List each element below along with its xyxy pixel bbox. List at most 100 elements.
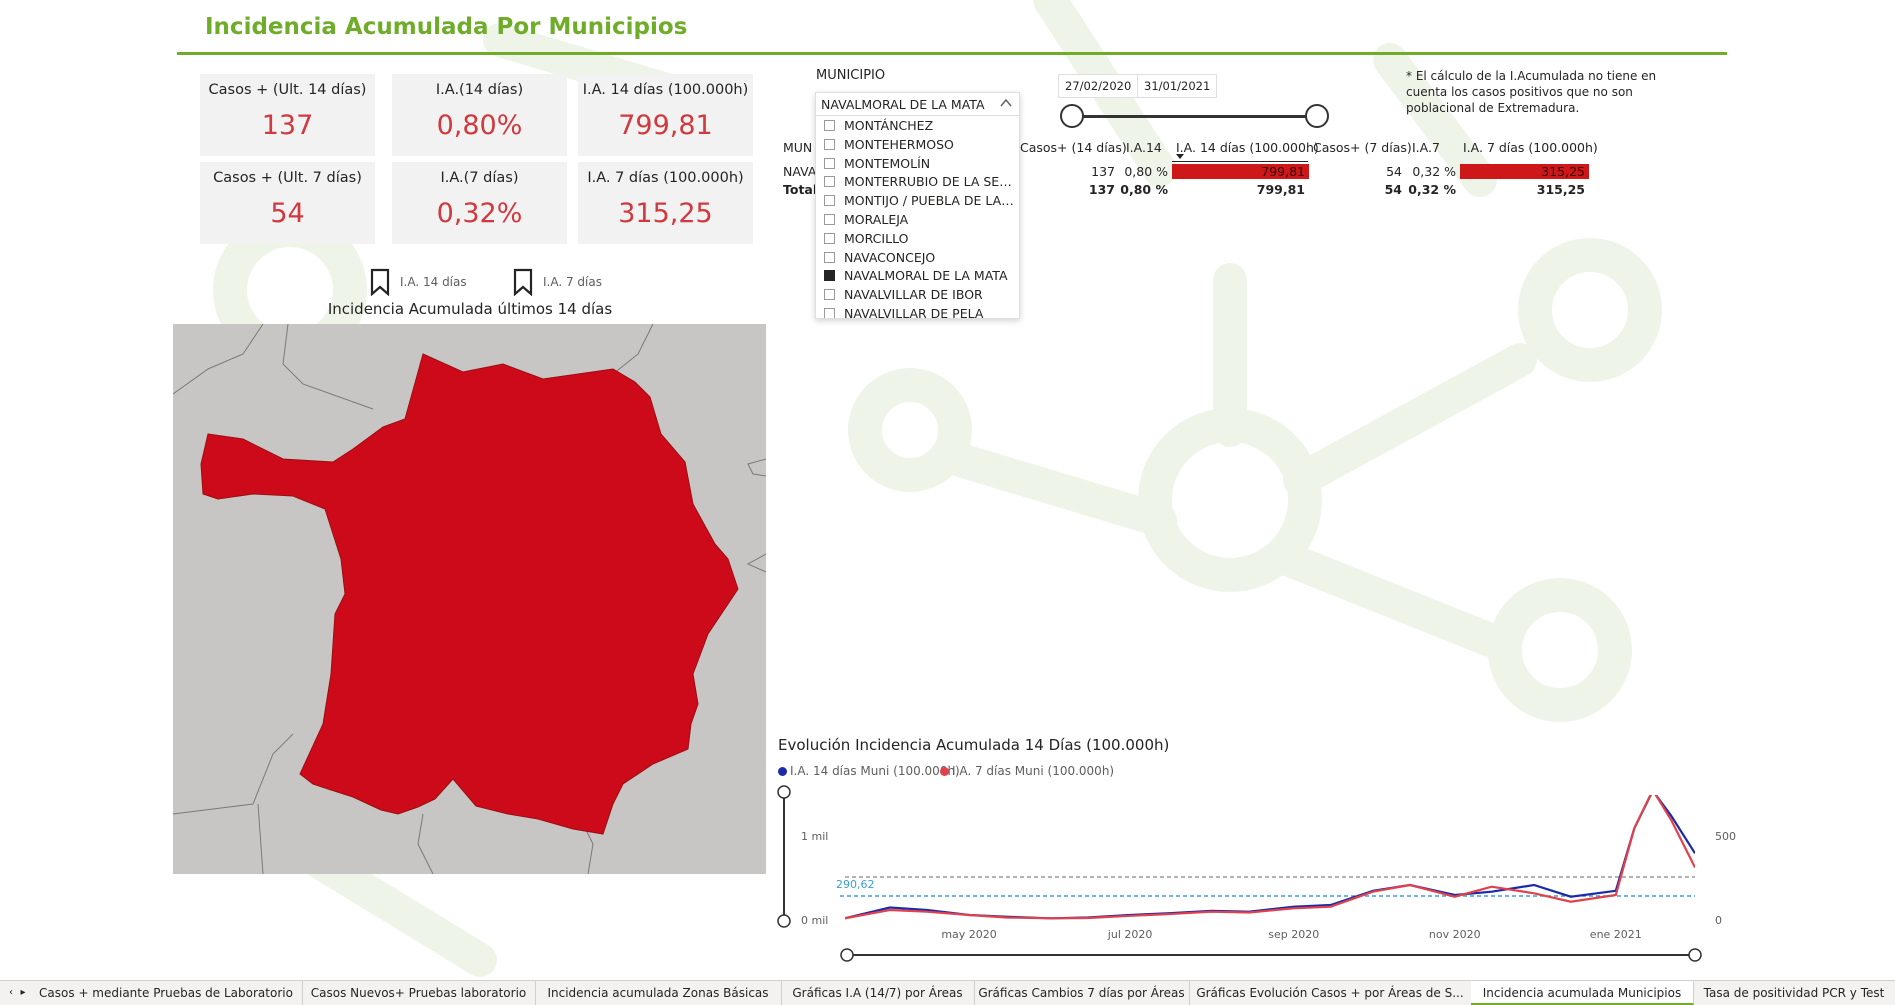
tab-scroll-right-icon[interactable]: ▸ bbox=[16, 981, 30, 1005]
slicer-title: MUNICIPIO bbox=[816, 68, 886, 83]
total-ia-7: 0,32 % bbox=[1408, 182, 1456, 197]
date-range-end-handle[interactable] bbox=[1305, 104, 1329, 128]
checkbox[interactable] bbox=[824, 308, 835, 318]
y-right-tick-label: 500 bbox=[1715, 830, 1736, 843]
legend-dot bbox=[778, 766, 787, 776]
title-divider bbox=[177, 52, 1727, 55]
dropdown-option[interactable]: NAVALVILLAR DE IBOR bbox=[816, 286, 1019, 304]
kpi-label: Casos + (Ult. 14 días) bbox=[208, 82, 367, 98]
x-tick-label: jul 2020 bbox=[1107, 928, 1153, 941]
row-municipio: NAVA bbox=[783, 164, 817, 179]
y-zoom-bottom-handle[interactable] bbox=[777, 914, 791, 928]
dropdown-option[interactable]: MONTÁNCHEZ bbox=[816, 117, 1019, 135]
dropdown-option-label: NAVALMORAL DE LA MATA bbox=[844, 268, 1008, 284]
dropdown-option-label: MONTEMOLÍN bbox=[844, 155, 931, 171]
dropdown-option[interactable]: MONTEHERMOSO bbox=[816, 136, 1019, 154]
series-line-2[interactable] bbox=[845, 790, 1695, 920]
dropdown-option-label: MORALEJA bbox=[844, 212, 909, 227]
dropdown-option-label: MONTÁNCHEZ bbox=[844, 118, 934, 133]
chevron-up-icon[interactable] bbox=[999, 96, 1013, 110]
row-casos-14: 137 bbox=[1091, 164, 1115, 179]
checkbox[interactable] bbox=[824, 176, 835, 188]
checkbox[interactable] bbox=[824, 289, 835, 301]
table-header-ia-14[interactable]: I.A.14 bbox=[1126, 140, 1162, 155]
table-header-casos-7[interactable]: Casos+ (7 días) bbox=[1313, 140, 1412, 155]
checkbox[interactable] bbox=[824, 138, 835, 150]
date-start-input[interactable]: 27/02/2020 bbox=[1058, 74, 1139, 98]
checkbox[interactable] bbox=[824, 251, 835, 263]
date-end-input[interactable]: 31/01/2021 bbox=[1137, 74, 1218, 98]
y-left-tick-label: 1 mil bbox=[801, 830, 828, 843]
checkbox[interactable] bbox=[824, 120, 835, 131]
dropdown-option[interactable]: MONTERRUBIO DE LA SERE... bbox=[816, 173, 1019, 191]
bookmark-ia-7[interactable]: I.A. 7 días bbox=[513, 268, 602, 296]
table-header-ia-7-100k[interactable]: I.A. 7 días (100.000h) bbox=[1463, 140, 1598, 155]
kpi-card-ia-7d: I.A.(7 días) 0,32% bbox=[392, 162, 567, 244]
dropdown-option-label: NAVALVILLAR DE PELA bbox=[844, 306, 984, 319]
tab-5[interactable]: Gráficas Cambios 7 días por Áreas bbox=[974, 981, 1190, 1005]
kpi-value: 0,32% bbox=[436, 198, 523, 229]
municipio-dropdown[interactable]: NAVALMORAL DE LA MATA MONTÁNCHEZ MONTEHER… bbox=[815, 92, 1020, 319]
checkbox[interactable] bbox=[824, 232, 835, 244]
table-header-municipio[interactable]: MUN bbox=[783, 140, 812, 155]
bookmark-icon bbox=[513, 268, 533, 296]
dropdown-option[interactable]: MORCILLO bbox=[816, 230, 1019, 248]
tab-4[interactable]: Gráficas I.A (14/7) por Áreas bbox=[781, 981, 975, 1005]
checkbox[interactable] bbox=[824, 157, 835, 169]
row-ia-14-100k: 799,81 bbox=[1261, 164, 1305, 179]
date-range-track[interactable] bbox=[1072, 115, 1317, 118]
x-zoom-right-handle[interactable] bbox=[1688, 948, 1702, 962]
date-range-start-handle[interactable] bbox=[1060, 104, 1084, 128]
row-ia-14: 0,80 % bbox=[1124, 164, 1168, 179]
tab-1[interactable]: Casos + mediante Pruebas de Laboratorio bbox=[30, 981, 303, 1005]
kpi-value: 799,81 bbox=[618, 110, 713, 141]
dropdown-option-label: MONTERRUBIO DE LA SERE... bbox=[844, 174, 1016, 190]
total-label: Total bbox=[783, 182, 818, 197]
x-tick-label: may 2020 bbox=[941, 928, 996, 941]
dropdown-option[interactable]: NAVACONCEJO bbox=[816, 249, 1019, 267]
kpi-value: 315,25 bbox=[618, 198, 713, 229]
legend-item-series-2[interactable]: I.A. 7 días Muni (100.000h) bbox=[940, 764, 1114, 778]
bookmark-icon bbox=[370, 268, 390, 296]
y-zoom-top-handle[interactable] bbox=[777, 785, 791, 799]
tab-8[interactable]: Tasa de positividad PCR y Test bbox=[1693, 981, 1895, 1005]
kpi-label: I.A. 14 días (100.000h) bbox=[582, 82, 749, 98]
chart-title: Evolución Incidencia Acumulada 14 Días (… bbox=[778, 736, 1170, 754]
legend-item-series-1[interactable]: I.A. 14 días Muni (100.000h) bbox=[778, 764, 960, 778]
dropdown-option[interactable]: NAVALMORAL DE LA MATA bbox=[816, 267, 1019, 285]
tab-7[interactable]: Incidencia acumulada Municipios bbox=[1471, 981, 1694, 1005]
row-casos-7: 54 bbox=[1386, 164, 1402, 179]
dropdown-header[interactable]: NAVALMORAL DE LA MATA bbox=[816, 93, 1019, 116]
table-header-ia-7[interactable]: I.A.7 bbox=[1412, 140, 1440, 155]
checkbox[interactable] bbox=[824, 195, 835, 207]
sort-desc-icon bbox=[1176, 154, 1184, 159]
total-ia-7-100k: 315,25 bbox=[1536, 182, 1585, 197]
municipality-shape[interactable] bbox=[200, 353, 739, 835]
tab-6[interactable]: Gráficas Evolución Casos + por Áreas de … bbox=[1189, 981, 1472, 1005]
x-zoom-left-handle[interactable] bbox=[840, 948, 854, 962]
calculation-note: * El cálculo de la I.Acumulada no tiene … bbox=[1406, 69, 1657, 115]
tab-3[interactable]: Incidencia acumulada Zonas Básicas bbox=[535, 981, 782, 1005]
dropdown-selected-value: NAVALMORAL DE LA MATA bbox=[821, 97, 985, 112]
checkbox-checked[interactable] bbox=[824, 270, 835, 282]
kpi-label: I.A.(7 días) bbox=[440, 170, 519, 186]
table-header-ia-14-100k[interactable]: I.A. 14 días (100.000h) bbox=[1176, 140, 1319, 155]
total-ia-14-100k: 799,81 bbox=[1256, 182, 1305, 197]
series-line-1[interactable] bbox=[845, 791, 1695, 920]
row-ia-7-100k: 315,25 bbox=[1541, 164, 1585, 179]
tab-2[interactable]: Casos Nuevos+ Pruebas laboratorio bbox=[302, 981, 536, 1005]
legend-label: I.A. 7 días Muni (100.000h) bbox=[952, 764, 1115, 778]
dropdown-option[interactable]: NAVALVILLAR DE PELA bbox=[816, 305, 1019, 319]
table-header-casos-14[interactable]: Casos+ (14 días) bbox=[1020, 140, 1127, 155]
dropdown-option[interactable]: MORALEJA bbox=[816, 211, 1019, 229]
bookmark-ia-14[interactable]: I.A. 14 días bbox=[370, 268, 467, 296]
dropdown-option[interactable]: MONTEMOLÍN bbox=[816, 155, 1019, 173]
total-ia-14: 0,80 % bbox=[1120, 182, 1168, 197]
page-tabs-bar: ‹ ▸ Casos + mediante Pruebas de Laborato… bbox=[0, 980, 1895, 1005]
evolution-line-chart[interactable]: 290,62 0 mil 1 mil 0 500 may 2020 jul 2020 sep … bbox=[770, 780, 1750, 970]
x-tick-label: sep 2020 bbox=[1268, 928, 1319, 941]
checkbox[interactable] bbox=[824, 214, 835, 225]
bookmark-label: I.A. 7 días bbox=[543, 275, 602, 289]
municipality-map[interactable] bbox=[173, 324, 766, 874]
dropdown-option[interactable]: MONTIJO / PUEBLA DE LA C... bbox=[816, 192, 1019, 210]
